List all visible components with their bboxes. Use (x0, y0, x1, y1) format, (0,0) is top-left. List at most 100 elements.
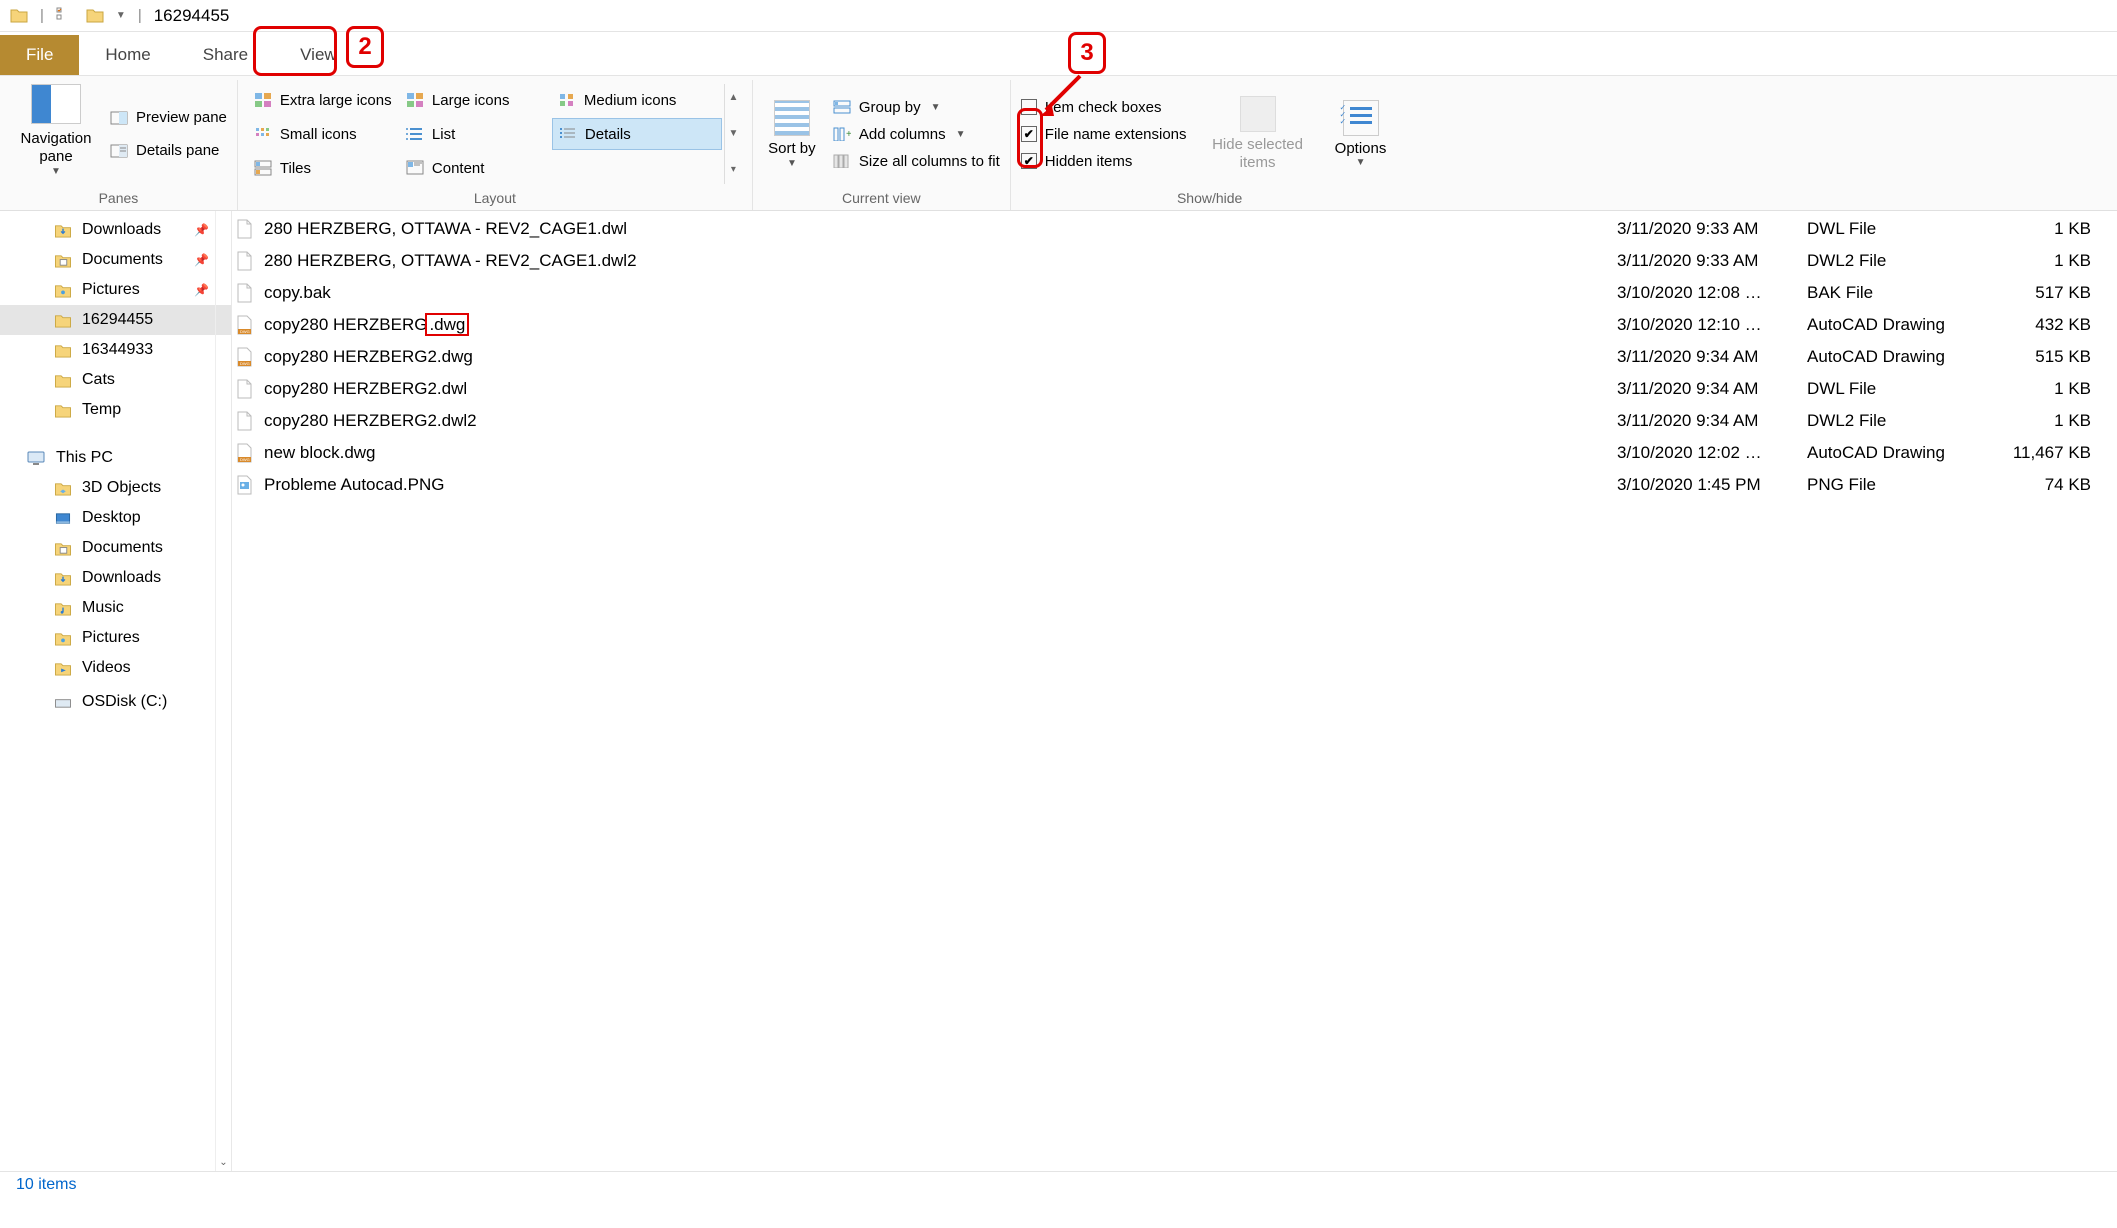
tree-label: Documents (82, 539, 163, 557)
file-date: 3/10/2020 12:02 … (1617, 443, 1807, 463)
tree-item[interactable]: Temp (0, 395, 231, 425)
file-type: DWL2 File (1807, 411, 1997, 431)
qat-dropdown[interactable]: ▼ (116, 10, 126, 21)
file-size: 1 KB (1997, 411, 2117, 431)
tree-item[interactable]: Documents📌 (0, 245, 231, 275)
navigation-pane-button[interactable]: Navigation pane ▼ (10, 84, 102, 184)
file-icon (236, 315, 254, 335)
group-show-hide: Item check boxes ✔File name extensions ✔… (1011, 80, 1409, 210)
file-name: copy.bak (264, 283, 331, 303)
file-row[interactable]: Probleme Autocad.PNG 3/10/2020 1:45 PM P… (232, 469, 2117, 501)
item-check-boxes-toggle[interactable]: Item check boxes (1021, 99, 1187, 116)
file-size: 11,467 KB (1997, 443, 2117, 463)
chevron-down-icon: ▼ (787, 158, 797, 169)
file-date: 3/11/2020 9:34 AM (1617, 347, 1807, 367)
file-size: 1 KB (1997, 219, 2117, 239)
chevron-down-icon: ▼ (51, 166, 61, 177)
options-button[interactable]: Options ▼ (1323, 84, 1399, 184)
tree-item[interactable]: 16344933 (0, 335, 231, 365)
properties-icon[interactable] (56, 7, 74, 25)
extra-large-icons-icon (254, 92, 272, 108)
layout-content[interactable]: Content (400, 152, 550, 184)
file-row[interactable]: new block.dwg 3/10/2020 12:02 … AutoCAD … (232, 437, 2117, 469)
file-row[interactable]: copy280 HERZBERG.dwg 3/10/2020 12:10 … A… (232, 309, 2117, 341)
file-name: copy280 HERZBERG2.dwl2 (264, 411, 477, 431)
file-row[interactable]: 280 HERZBERG, OTTAWA - REV2_CAGE1.dwl 3/… (232, 213, 2117, 245)
folder-icon (54, 511, 72, 526)
file-date: 3/11/2020 9:33 AM (1617, 219, 1807, 239)
tree-item[interactable]: Documents (0, 533, 231, 563)
file-icon (236, 283, 254, 303)
file-size: 74 KB (1997, 475, 2117, 495)
hide-selected-button[interactable]: Hide selected items (1203, 84, 1313, 184)
tree-item[interactable]: Desktop (0, 503, 231, 533)
medium-icons-icon (558, 92, 576, 108)
layout-scroll[interactable]: ▲▼▾ (724, 84, 742, 184)
tree-label: OSDisk (C:) (82, 693, 167, 711)
file-name-extensions-toggle[interactable]: ✔File name extensions (1021, 126, 1187, 143)
group-by-button[interactable]: Group by▼ (833, 99, 1000, 116)
chevron-down-icon: ▼ (956, 129, 966, 140)
tree-item-cut[interactable]: OSDisk (C:) (0, 687, 231, 717)
divider: | (40, 7, 44, 24)
file-row[interactable]: copy280 HERZBERG2.dwl 3/11/2020 9:34 AM … (232, 373, 2117, 405)
details-pane-icon (110, 144, 128, 158)
tree-item[interactable]: Downloads📌 (0, 215, 231, 245)
layout-medium-icons[interactable]: Medium icons (552, 84, 722, 116)
tree-this-pc[interactable]: This PC (0, 443, 231, 473)
add-columns-button[interactable]: Add columns▼ (833, 126, 1000, 143)
details-pane-button[interactable]: Details pane (110, 142, 227, 159)
large-icons-icon (406, 92, 424, 108)
file-date: 3/11/2020 9:34 AM (1617, 379, 1807, 399)
file-name: copy280 HERZBERG2.dwg (264, 347, 473, 367)
sort-by-button[interactable]: Sort by ▼ (763, 84, 821, 184)
file-row[interactable]: 280 HERZBERG, OTTAWA - REV2_CAGE1.dwl2 3… (232, 245, 2117, 277)
layout-tiles[interactable]: Tiles (248, 152, 398, 184)
layout-large-icons[interactable]: Large icons (400, 84, 550, 116)
list-icon (406, 126, 424, 142)
layout-small-icons[interactable]: Small icons (248, 118, 398, 150)
tree-item[interactable]: Pictures (0, 623, 231, 653)
tree-item[interactable]: 16294455 (0, 305, 231, 335)
file-size: 1 KB (1997, 379, 2117, 399)
size-columns-icon (833, 154, 851, 168)
file-name: 280 HERZBERG, OTTAWA - REV2_CAGE1.dwl2 (264, 251, 637, 271)
tab-view[interactable]: View (274, 35, 363, 75)
folder-icon (54, 373, 72, 388)
preview-pane-button[interactable]: Preview pane (110, 109, 227, 126)
layout-details[interactable]: Details (552, 118, 722, 150)
group-by-icon (833, 100, 851, 114)
hidden-items-toggle[interactable]: ✔Hidden items (1021, 153, 1187, 170)
window-title: 16294455 (154, 6, 230, 26)
sidebar-scrollbar[interactable]: ⌄ (215, 211, 231, 1171)
tree-label: Documents (82, 251, 163, 269)
group-label-show-hide: Show/hide (1021, 184, 1399, 210)
group-label-current-view: Current view (763, 184, 1000, 210)
tab-file[interactable]: File (0, 35, 79, 75)
folder-icon (10, 7, 28, 25)
folder-icon (54, 223, 72, 238)
tree-item[interactable]: Downloads (0, 563, 231, 593)
tab-share[interactable]: Share (177, 35, 274, 75)
layout-list[interactable]: List (400, 118, 550, 150)
file-row[interactable]: copy280 HERZBERG2.dwg 3/11/2020 9:34 AM … (232, 341, 2117, 373)
chevron-down-icon: ▼ (725, 120, 742, 148)
file-name: copy280 HERZBERG.dwg (264, 315, 469, 335)
tree-label: Downloads (82, 569, 161, 587)
size-columns-button[interactable]: Size all columns to fit (833, 153, 1000, 170)
preview-pane-label: Preview pane (136, 109, 227, 126)
details-icon (559, 126, 577, 142)
tab-home[interactable]: Home (79, 35, 176, 75)
tree-item[interactable]: Videos (0, 653, 231, 683)
file-name: copy280 HERZBERG2.dwl (264, 379, 467, 399)
file-row[interactable]: copy280 HERZBERG2.dwl2 3/11/2020 9:34 AM… (232, 405, 2117, 437)
tree-item[interactable]: 3D Objects (0, 473, 231, 503)
ribbon-tabs: File Home Share View 2 (0, 32, 2117, 76)
layout-extra-large-icons[interactable]: Extra large icons (248, 84, 398, 116)
tree-item[interactable]: Pictures📌 (0, 275, 231, 305)
file-row[interactable]: copy.bak 3/10/2020 12:08 … BAK File 517 … (232, 277, 2117, 309)
file-date: 3/10/2020 12:10 … (1617, 315, 1807, 335)
checkbox-checked-icon: ✔ (1021, 126, 1037, 142)
tree-item[interactable]: Cats (0, 365, 231, 395)
tree-item[interactable]: Music (0, 593, 231, 623)
